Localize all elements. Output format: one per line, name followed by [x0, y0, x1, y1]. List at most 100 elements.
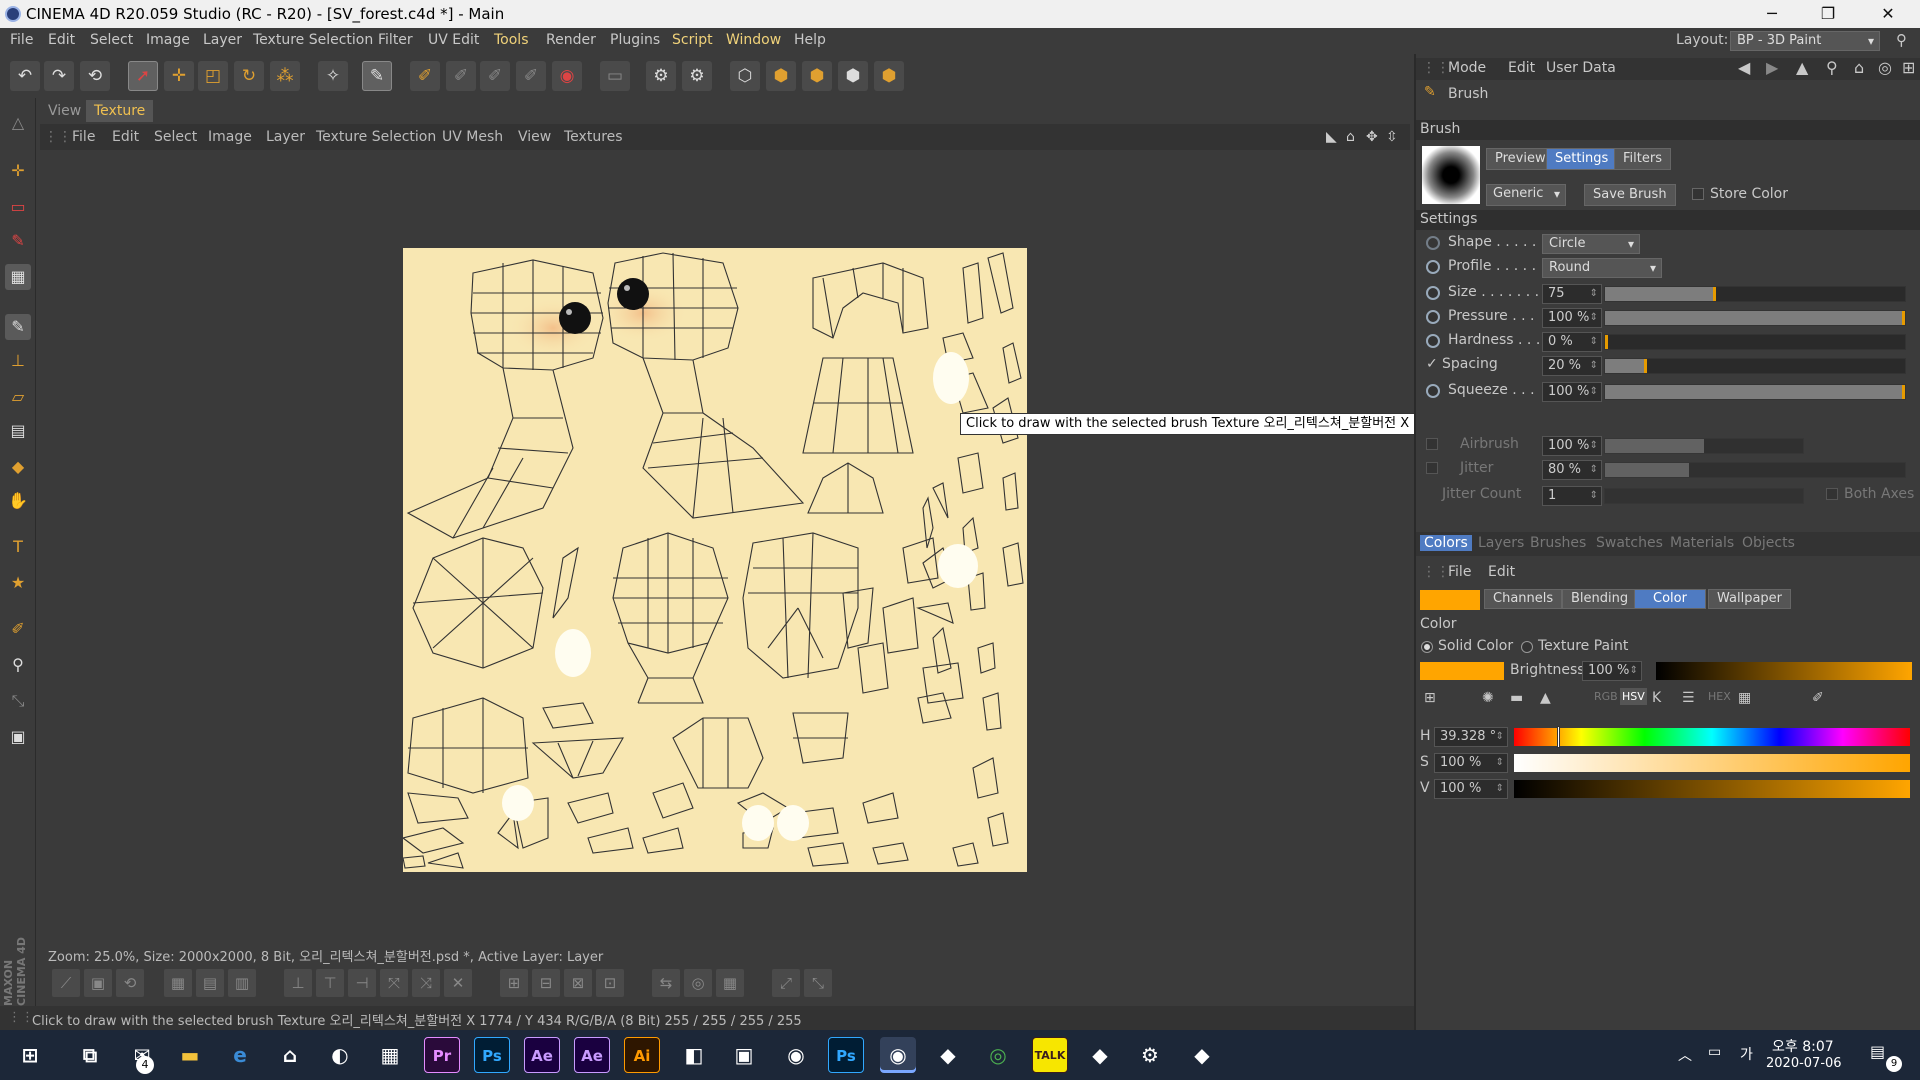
- menu-uv-edit[interactable]: UV Edit: [428, 32, 479, 48]
- shape-anim-toggle[interactable]: [1426, 236, 1440, 250]
- store-color-checkbox[interactable]: [1692, 188, 1704, 200]
- size-field[interactable]: 75: [1542, 284, 1602, 304]
- clock-time[interactable]: 오후 8:07: [1772, 1036, 1834, 1056]
- taskbar-ae-app-icon[interactable]: Ae: [524, 1037, 560, 1073]
- eraser-icon[interactable]: ▱: [5, 384, 31, 410]
- hardness-field[interactable]: 0 %: [1542, 332, 1602, 352]
- tab-brush-filters[interactable]: Filters: [1614, 148, 1671, 170]
- forward-arrow-icon[interactable]: ▶: [1766, 58, 1778, 77]
- menu-layer[interactable]: Layer: [203, 32, 242, 48]
- squeeze-slider[interactable]: [1604, 384, 1906, 400]
- taskbar-settings-icon[interactable]: ⚙: [1132, 1037, 1168, 1073]
- star-icon[interactable]: ★: [5, 570, 31, 596]
- cube-uv-icon[interactable]: ⬢: [874, 61, 904, 91]
- add-icon[interactable]: ⊞: [1902, 58, 1915, 77]
- tex-menu-image[interactable]: Image: [208, 129, 252, 145]
- histogram-icon[interactable]: ◣: [1326, 129, 1337, 145]
- layout-select[interactable]: BP - 3D Paint: [1730, 31, 1880, 51]
- tab-brush-preview[interactable]: Preview: [1486, 148, 1555, 170]
- jitter-slider[interactable]: [1604, 462, 1906, 478]
- menu-tools[interactable]: Tools: [494, 32, 529, 48]
- squeeze-anim-toggle[interactable]: [1426, 384, 1440, 398]
- close-button[interactable]: ✕: [1860, 0, 1916, 28]
- tab-layers[interactable]: Layers: [1478, 535, 1524, 551]
- taskbar-app-icon[interactable]: ◆: [1082, 1037, 1118, 1073]
- jitter-count-slider[interactable]: [1604, 488, 1804, 504]
- spectrum-icon[interactable]: ▬: [1510, 690, 1523, 706]
- axis-icon[interactable]: ⁂: [270, 61, 300, 91]
- back-arrow-icon[interactable]: ◀: [1738, 58, 1750, 77]
- jitter-field[interactable]: 80 %: [1542, 460, 1602, 480]
- tex-menu-view[interactable]: View: [518, 129, 551, 145]
- view-mode-icon[interactable]: △: [5, 110, 31, 136]
- taskbar-task-view-icon[interactable]: ⧉: [72, 1037, 108, 1073]
- uv-tool-7-icon[interactable]: ⊥: [284, 969, 312, 997]
- paint-setup-icon[interactable]: ✐: [410, 61, 440, 91]
- uv-tool-5-icon[interactable]: ▤: [196, 969, 224, 997]
- tex-menu-layer[interactable]: Layer: [266, 129, 305, 145]
- menu-edit[interactable]: Edit: [48, 32, 75, 48]
- menu-image[interactable]: Image: [146, 32, 190, 48]
- uv-polygons-icon[interactable]: ⚙: [682, 61, 712, 91]
- ime-indicator[interactable]: 가: [1740, 1044, 1753, 1064]
- lasso-icon[interactable]: ✎: [5, 228, 31, 254]
- select-cursor-icon[interactable]: ➚: [128, 61, 158, 91]
- taskbar-windows-icon[interactable]: ⊞: [12, 1037, 48, 1073]
- menu-plugins[interactable]: Plugins: [610, 32, 660, 48]
- brush-preset-select[interactable]: Generic: [1486, 184, 1566, 206]
- zoom-view-icon[interactable]: ⇳: [1386, 129, 1398, 145]
- tab-color[interactable]: Color: [1634, 589, 1706, 609]
- tab-texture[interactable]: Texture: [86, 100, 154, 122]
- brightness-field[interactable]: 100 %: [1582, 661, 1642, 681]
- paint-tool-4-icon[interactable]: ✐: [516, 61, 546, 91]
- frame-icon[interactable]: ▣: [5, 724, 31, 750]
- rgb-mode-icon[interactable]: RGB: [1594, 690, 1618, 703]
- uv-tool-15-icon[interactable]: ⊠: [564, 969, 592, 997]
- color-wheel-mode-icon[interactable]: ⊞: [1424, 690, 1436, 706]
- color-swatch[interactable]: [1420, 590, 1480, 610]
- cube-polygons-icon[interactable]: ⬢: [838, 61, 868, 91]
- tab-materials[interactable]: Materials: [1670, 535, 1734, 551]
- taskbar-talk-app-icon[interactable]: TALK: [1032, 1037, 1068, 1073]
- tab-brush-settings[interactable]: Settings: [1546, 148, 1618, 170]
- save-brush-button[interactable]: Save Brush: [1584, 184, 1676, 206]
- uv-tool-9-icon[interactable]: ⊣: [348, 969, 376, 997]
- attr-menu-mode[interactable]: Mode: [1448, 60, 1486, 76]
- uv-tool-8-icon[interactable]: ⊤: [316, 969, 344, 997]
- fill-icon[interactable]: ◆: [5, 454, 31, 480]
- paint-3d-icon[interactable]: ✎: [362, 61, 392, 91]
- hue-field[interactable]: 39.328 °: [1434, 727, 1508, 747]
- tex-menu-edit[interactable]: Edit: [112, 129, 139, 145]
- search-icon[interactable]: ⚲: [1826, 58, 1838, 77]
- search-icon[interactable]: ⚲: [1896, 31, 1907, 49]
- saturation-slider[interactable]: [1514, 754, 1910, 772]
- tex-menu-texture-selection[interactable]: Texture Selection: [316, 129, 436, 145]
- minimize-button[interactable]: ─: [1744, 0, 1800, 28]
- spacing-checkbox[interactable]: ✓: [1426, 356, 1438, 372]
- tab-colors[interactable]: Colors: [1420, 535, 1472, 551]
- paint-tool-3-icon[interactable]: ✐: [480, 61, 510, 91]
- taskbar-app-icon[interactable]: ◆: [1184, 1037, 1220, 1073]
- menu-script[interactable]: Script: [672, 32, 713, 48]
- material-icon[interactable]: ◉: [552, 61, 582, 91]
- uv-tool-16-icon[interactable]: ⊡: [596, 969, 624, 997]
- tab-swatches[interactable]: Swatches: [1596, 535, 1663, 551]
- taskbar-ps-app-icon[interactable]: Ps: [474, 1037, 510, 1073]
- taskbar-apps-icon[interactable]: ▦: [372, 1037, 408, 1073]
- brightness-gradient[interactable]: [1656, 662, 1912, 680]
- brush-preview[interactable]: [1422, 146, 1480, 204]
- hue-slider[interactable]: [1514, 726, 1910, 748]
- uv-tool-17-icon[interactable]: ⇆: [652, 969, 680, 997]
- brush-icon[interactable]: ✎: [5, 314, 31, 340]
- cube-points-icon[interactable]: ⬢: [766, 61, 796, 91]
- reset-icon[interactable]: ⟲: [80, 61, 110, 91]
- tex-menu-select[interactable]: Select: [154, 129, 197, 145]
- model-icon[interactable]: ⬡: [730, 61, 760, 91]
- colors-menu-file[interactable]: File: [1448, 564, 1471, 580]
- airbrush-slider[interactable]: [1604, 438, 1804, 454]
- color-wheel-icon[interactable]: ✺: [1482, 690, 1494, 706]
- hex-mode-icon[interactable]: HEX: [1708, 690, 1731, 703]
- taskbar-notes-icon[interactable]: ▣: [726, 1037, 762, 1073]
- move-icon[interactable]: ✛: [5, 158, 31, 184]
- menu-render[interactable]: Render: [546, 32, 596, 48]
